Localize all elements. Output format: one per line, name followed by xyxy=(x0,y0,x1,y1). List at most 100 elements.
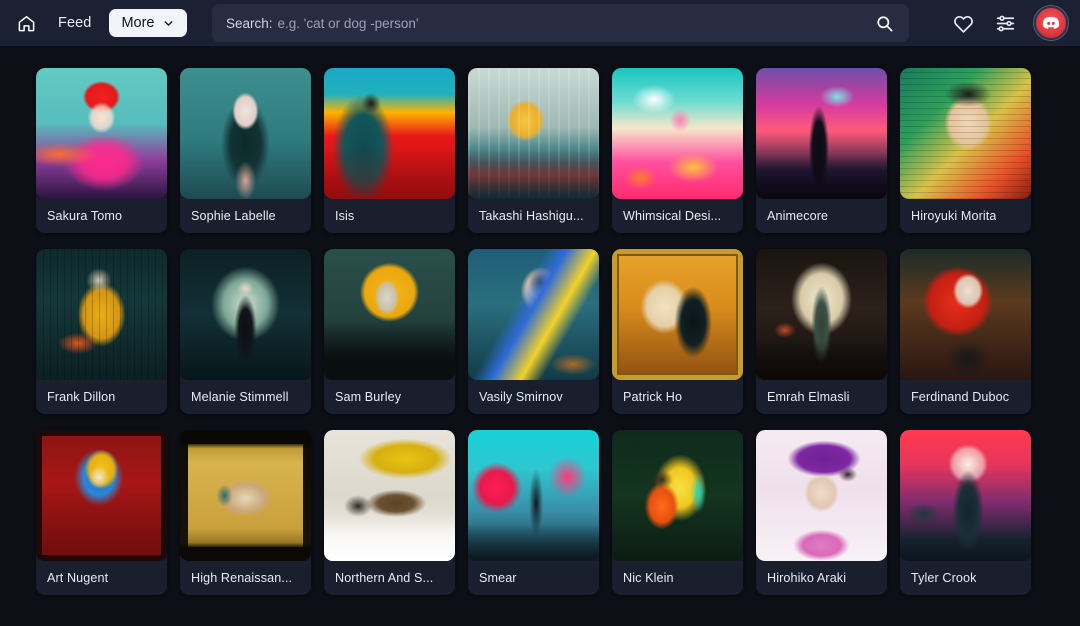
artwork-thumbnail[interactable] xyxy=(324,249,455,380)
artwork-title: Patrick Ho xyxy=(623,390,683,404)
more-menu-button[interactable]: More xyxy=(109,9,187,37)
artwork-thumbnail[interactable] xyxy=(180,249,311,380)
artwork-title: Northern And S... xyxy=(335,571,434,585)
artwork-title: High Renaissan... xyxy=(191,571,293,585)
top-navigation-bar: Feed More Search: e.g. 'cat or dog -pers… xyxy=(0,0,1080,46)
artwork-thumbnail[interactable] xyxy=(900,430,1031,561)
artwork-thumbnail[interactable] xyxy=(756,249,887,380)
artwork-thumbnail[interactable] xyxy=(612,68,743,199)
artwork-caption: High Renaissan... xyxy=(180,561,311,595)
search-icon xyxy=(876,15,892,31)
avatar-face-icon xyxy=(1042,16,1060,29)
artwork-caption: Frank Dillon xyxy=(36,380,167,414)
search-bar[interactable]: Search: e.g. 'cat or dog -person' xyxy=(212,4,909,42)
artwork-caption: Whimsical Desi... xyxy=(612,199,743,233)
artwork-thumbnail[interactable] xyxy=(180,430,311,561)
artwork-thumbnail[interactable] xyxy=(756,430,887,561)
artwork-title: Sophie Labelle xyxy=(191,209,276,223)
artwork-title: Smear xyxy=(479,571,517,585)
user-avatar[interactable] xyxy=(1034,6,1068,40)
artwork-thumbnail[interactable] xyxy=(324,430,455,561)
artwork-caption: Sam Burley xyxy=(324,380,455,414)
artwork-thumbnail[interactable] xyxy=(756,68,887,199)
artwork-thumbnail[interactable] xyxy=(468,68,599,199)
artwork-card[interactable]: Animecore xyxy=(756,68,887,233)
artwork-card[interactable]: High Renaissan... xyxy=(180,430,311,595)
artwork-card[interactable]: Sam Burley xyxy=(324,249,455,414)
artwork-grid: Sakura Tomo Sophie Labelle Isis Takashi … xyxy=(0,46,1080,626)
artwork-title: Vasily Smirnov xyxy=(479,390,563,404)
artwork-title: Melanie Stimmell xyxy=(191,390,289,404)
more-menu-label: More xyxy=(121,15,155,31)
artwork-caption: Northern And S... xyxy=(324,561,455,595)
artwork-thumbnail[interactable] xyxy=(180,68,311,199)
artwork-caption: Vasily Smirnov xyxy=(468,380,599,414)
artwork-thumbnail[interactable] xyxy=(900,68,1031,199)
artwork-card[interactable]: Sakura Tomo xyxy=(36,68,167,233)
artwork-caption: Isis xyxy=(324,199,455,233)
artwork-card[interactable]: Hiroyuki Morita xyxy=(900,68,1031,233)
artwork-card[interactable]: Northern And S... xyxy=(324,430,455,595)
heart-icon xyxy=(953,15,973,33)
artwork-title: Emrah Elmasli xyxy=(767,390,850,404)
artwork-title: Art Nugent xyxy=(47,571,109,585)
artwork-thumbnail[interactable] xyxy=(36,430,167,561)
artwork-thumbnail[interactable] xyxy=(612,430,743,561)
artwork-title: Hirohiko Araki xyxy=(767,571,847,585)
nav-link-feed[interactable]: Feed xyxy=(44,15,105,31)
artwork-card[interactable]: Sophie Labelle xyxy=(180,68,311,233)
artwork-card[interactable]: Melanie Stimmell xyxy=(180,249,311,414)
favorites-button[interactable] xyxy=(950,10,976,36)
artwork-caption: Melanie Stimmell xyxy=(180,380,311,414)
artwork-title: Sakura Tomo xyxy=(47,209,123,223)
artwork-card[interactable]: Nic Klein xyxy=(612,430,743,595)
sliders-icon xyxy=(996,15,1014,31)
home-icon xyxy=(18,15,34,31)
artwork-card[interactable]: Tyler Crook xyxy=(900,430,1031,595)
chevron-down-icon xyxy=(162,17,175,30)
home-button[interactable] xyxy=(8,5,44,41)
artwork-caption: Patrick Ho xyxy=(612,380,743,414)
artwork-caption: Hiroyuki Morita xyxy=(900,199,1031,233)
grid-row: Frank Dillon Melanie Stimmell Sam Burley… xyxy=(36,249,1044,414)
artwork-card[interactable]: Emrah Elmasli xyxy=(756,249,887,414)
artwork-card[interactable]: Whimsical Desi... xyxy=(612,68,743,233)
artwork-thumbnail[interactable] xyxy=(468,430,599,561)
artwork-thumbnail[interactable] xyxy=(36,249,167,380)
artwork-card[interactable]: Patrick Ho xyxy=(612,249,743,414)
artwork-thumbnail[interactable] xyxy=(36,68,167,199)
artwork-caption: Nic Klein xyxy=(612,561,743,595)
artwork-card[interactable]: Smear xyxy=(468,430,599,595)
header-actions xyxy=(950,0,1068,46)
artwork-title: Takashi Hashigu... xyxy=(479,209,584,223)
artwork-thumbnail[interactable] xyxy=(900,249,1031,380)
grid-row: Art Nugent High Renaissan... Northern An… xyxy=(36,430,1044,595)
artwork-card[interactable]: Hirohiko Araki xyxy=(756,430,887,595)
artwork-title: Sam Burley xyxy=(335,390,402,404)
artwork-card[interactable]: Frank Dillon xyxy=(36,249,167,414)
artwork-thumbnail[interactable] xyxy=(468,249,599,380)
artwork-card[interactable]: Takashi Hashigu... xyxy=(468,68,599,233)
artwork-title: Hiroyuki Morita xyxy=(911,209,997,223)
artwork-caption: Sakura Tomo xyxy=(36,199,167,233)
artwork-card[interactable]: Ferdinand Duboc xyxy=(900,249,1031,414)
artwork-title: Frank Dillon xyxy=(47,390,116,404)
artwork-card[interactable]: Vasily Smirnov xyxy=(468,249,599,414)
artwork-title: Ferdinand Duboc xyxy=(911,390,1010,404)
artwork-thumbnail[interactable] xyxy=(324,68,455,199)
artwork-caption: Art Nugent xyxy=(36,561,167,595)
settings-button[interactable] xyxy=(992,10,1018,36)
search-submit-button[interactable] xyxy=(867,8,901,38)
artwork-title: Nic Klein xyxy=(623,571,674,585)
artwork-caption: Hirohiko Araki xyxy=(756,561,887,595)
artwork-caption: Tyler Crook xyxy=(900,561,1031,595)
artwork-title: Isis xyxy=(335,209,355,223)
artwork-caption: Ferdinand Duboc xyxy=(900,380,1031,414)
search-label: Search: xyxy=(226,15,273,31)
artwork-card[interactable]: Isis xyxy=(324,68,455,233)
artwork-caption: Emrah Elmasli xyxy=(756,380,887,414)
artwork-caption: Sophie Labelle xyxy=(180,199,311,233)
artwork-thumbnail[interactable] xyxy=(612,249,743,380)
search-input[interactable]: e.g. 'cat or dog -person' xyxy=(278,16,419,31)
artwork-card[interactable]: Art Nugent xyxy=(36,430,167,595)
